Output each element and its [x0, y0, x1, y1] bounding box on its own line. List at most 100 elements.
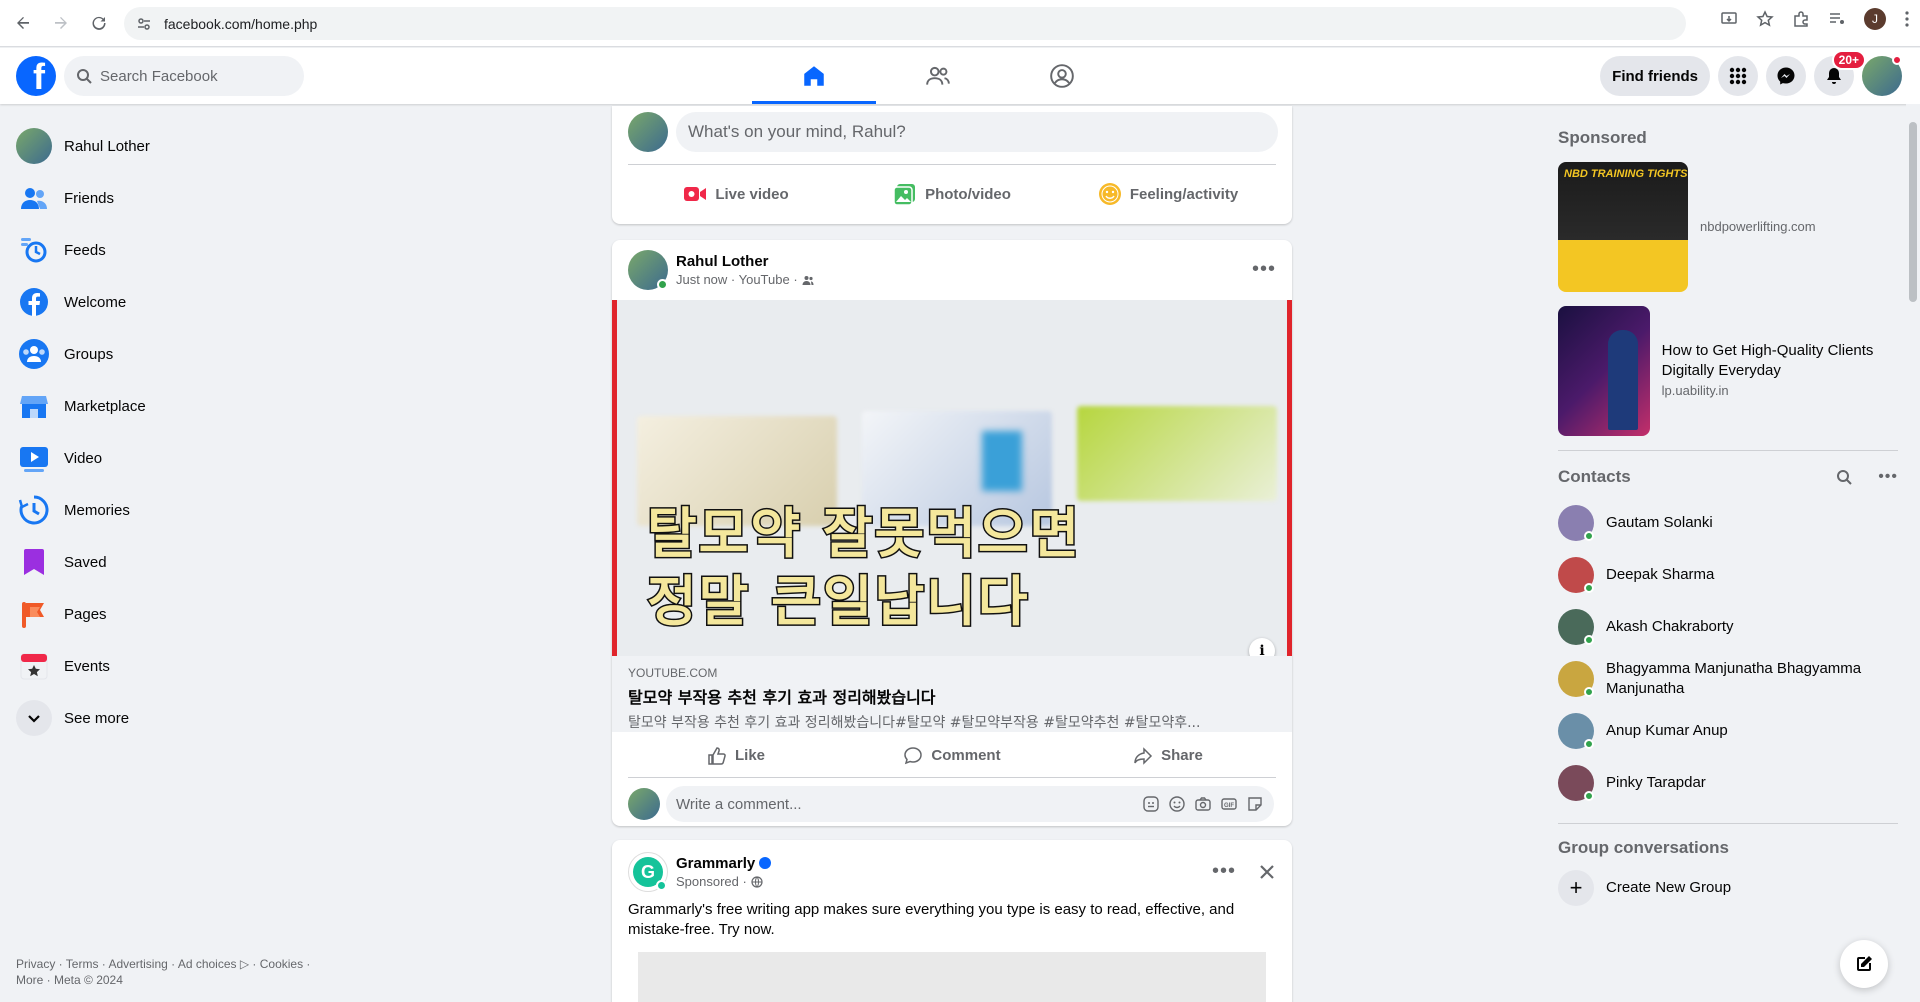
facebook-icon: [20, 288, 48, 316]
sidebar-item-pages[interactable]: Pages: [8, 588, 348, 640]
contact-name: Anup Kumar Anup: [1606, 722, 1728, 739]
plus-icon: +: [1558, 870, 1594, 906]
browser-menu-icon[interactable]: [1904, 10, 1910, 28]
contact-item[interactable]: Pinky Tarapdar: [1558, 757, 1898, 809]
avatar-sticker-icon[interactable]: [1142, 795, 1160, 813]
post-author-name[interactable]: Rahul Lother: [676, 253, 814, 270]
contact-name: Bhagyamma Manjunatha Bhagyamma Manjunath…: [1606, 660, 1862, 697]
contact-item[interactable]: Bhagyamma Manjunatha Bhagyamma Manjunath…: [1558, 653, 1898, 705]
footer-links[interactable]: Privacy · Terms · Advertising · Ad choic…: [16, 956, 346, 988]
sidebar-item-video[interactable]: Video: [8, 432, 348, 484]
contact-item[interactable]: Akash Chakraborty: [1558, 601, 1898, 653]
url-text: facebook.com/home.php: [164, 15, 318, 32]
comment-label: Comment: [931, 747, 1001, 764]
post-timestamp[interactable]: Just now · YouTube ·: [676, 272, 798, 287]
emoji-icon[interactable]: [1168, 795, 1186, 813]
messenger-button[interactable]: [1766, 56, 1806, 96]
sponsored-ad[interactable]: NBD TRAINING TIGHTS nbdpowerlifting.com: [1558, 162, 1898, 292]
ad-options-icon[interactable]: •••: [1212, 860, 1236, 883]
close-icon[interactable]: [1258, 863, 1276, 881]
search-input[interactable]: [100, 67, 290, 85]
link-preview-info[interactable]: YOUTUBE.COM 탈모약 부작용 추천 후기 효과 정리해봤습니다 탈모약…: [612, 656, 1292, 732]
share-button[interactable]: Share: [1060, 734, 1276, 777]
feeling-activity-button[interactable]: Feeling/activity: [1060, 174, 1276, 214]
info-icon[interactable]: i: [1249, 638, 1275, 656]
advertiser-logo[interactable]: G: [628, 852, 668, 892]
site-settings-icon[interactable]: [136, 16, 152, 32]
sidebar-item-marketplace[interactable]: Marketplace: [8, 380, 348, 432]
ad-media[interactable]: [638, 952, 1266, 1002]
install-app-icon[interactable]: [1720, 10, 1738, 28]
comment-input[interactable]: [676, 795, 1096, 813]
bookmark-star-icon[interactable]: [1756, 10, 1774, 28]
contact-item[interactable]: Anup Kumar Anup: [1558, 705, 1898, 757]
like-button[interactable]: Like: [628, 734, 844, 777]
search-box[interactable]: [64, 56, 304, 96]
live-video-button[interactable]: Live video: [628, 174, 844, 214]
contacts-options-icon[interactable]: •••: [1878, 468, 1898, 486]
sidebar-item-feeds[interactable]: Feeds: [8, 224, 348, 276]
forward-button[interactable]: [46, 8, 76, 38]
sidebar-item-memories[interactable]: Memories: [8, 484, 348, 536]
new-message-button[interactable]: [1840, 940, 1888, 988]
svg-text:GIF: GIF: [1224, 803, 1234, 809]
composer-avatar[interactable]: [628, 112, 668, 152]
sticker-icon[interactable]: [1246, 795, 1264, 813]
sidebar-item-label: Rahul Lother: [64, 137, 150, 155]
address-bar[interactable]: facebook.com/home.php: [124, 7, 1686, 40]
contact-item[interactable]: Gautam Solanki: [1558, 497, 1898, 549]
reload-button[interactable]: [84, 8, 114, 38]
sponsored-label[interactable]: Sponsored ·: [676, 874, 747, 889]
sidebar-item-saved[interactable]: Saved: [8, 536, 348, 588]
sidebar-item-see-more[interactable]: See more: [8, 692, 348, 744]
contact-name: Deepak Sharma: [1606, 566, 1715, 583]
tab-home[interactable]: [752, 48, 876, 104]
create-group-button[interactable]: + Create New Group: [1558, 862, 1898, 914]
facebook-logo[interactable]: f: [16, 56, 56, 96]
feed-post: Rahul Lother Just now · YouTube · ••• 탈모…: [612, 240, 1292, 826]
post-options-icon[interactable]: •••: [1252, 258, 1276, 281]
photo-video-button[interactable]: Photo/video: [844, 174, 1060, 214]
advertiser-name[interactable]: Grammarly: [676, 855, 755, 872]
sidebar-item-events[interactable]: Events: [8, 640, 348, 692]
online-indicator: [657, 279, 668, 290]
thumbnail-caption: 탈모약 잘못먹으면 정말 큰일납니다: [645, 501, 1082, 635]
sponsored-ad[interactable]: How to Get High-Quality Clients Digitall…: [1558, 306, 1898, 436]
composer-input[interactable]: What's on your mind, Rahul?: [676, 112, 1278, 152]
like-label: Like: [734, 747, 765, 764]
menu-button[interactable]: [1718, 56, 1758, 96]
page-scrollbar[interactable]: [1906, 104, 1920, 1002]
tab-friends[interactable]: [876, 48, 1000, 104]
sidebar-item-label: Friends: [64, 189, 115, 207]
tab-profile[interactable]: [1000, 48, 1124, 104]
find-friends-button[interactable]: Find friends: [1600, 56, 1710, 96]
search-contacts-icon[interactable]: [1836, 469, 1852, 485]
contact-name: Gautam Solanki: [1606, 514, 1713, 531]
sidebar-item-welcome[interactable]: Welcome: [8, 276, 348, 328]
contact-item[interactable]: Deepak Sharma: [1558, 549, 1898, 601]
camera-icon[interactable]: [1194, 795, 1212, 813]
sidebar-item-profile[interactable]: Rahul Lother: [8, 120, 348, 172]
gif-icon[interactable]: GIF: [1220, 795, 1238, 813]
sidebar-item-friends[interactable]: Friends: [8, 172, 348, 224]
media-controls-icon[interactable]: [1828, 10, 1846, 28]
extensions-icon[interactable]: [1792, 10, 1810, 28]
friends-audience-icon[interactable]: [802, 274, 814, 286]
notifications-button[interactable]: 20+: [1814, 50, 1866, 96]
back-button[interactable]: [8, 8, 38, 38]
link-preview-image[interactable]: 탈모약 잘못먹으면 정말 큰일납니다 i: [612, 300, 1292, 656]
browser-profile-avatar[interactable]: J: [1864, 8, 1886, 30]
footer-line[interactable]: Privacy · Terms · Advertising · Ad choic…: [16, 956, 346, 972]
footer-line[interactable]: More · Meta © 2024: [16, 972, 346, 988]
scrollbar-thumb[interactable]: [1909, 122, 1917, 302]
friends-icon: [21, 188, 47, 209]
account-avatar[interactable]: [1862, 55, 1902, 96]
contact-avatar: [1558, 713, 1594, 749]
live-video-label: Live video: [715, 185, 789, 203]
post-author-avatar[interactable]: [628, 250, 668, 290]
commenter-avatar[interactable]: [628, 788, 660, 820]
contact-name: Pinky Tarapdar: [1606, 774, 1706, 791]
comment-box[interactable]: GIF: [666, 786, 1274, 822]
sidebar-item-groups[interactable]: Groups: [8, 328, 348, 380]
comment-button[interactable]: Comment: [844, 734, 1060, 777]
